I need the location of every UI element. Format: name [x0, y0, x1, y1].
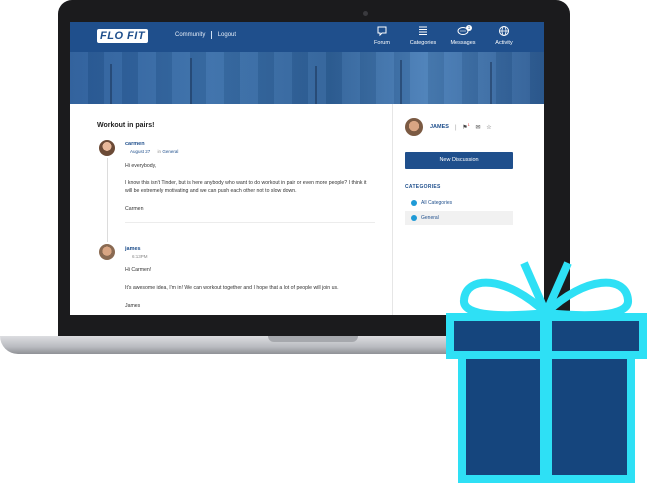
user-name[interactable]: JAMES [430, 124, 449, 130]
nav-messages[interactable]: 1 Messages [443, 25, 483, 46]
nav-forum-label: Forum [374, 40, 390, 46]
categories-heading: CATEGORIES [405, 184, 441, 190]
mail-icon[interactable]: ✉ [476, 125, 481, 131]
nav-messages-label: Messages [450, 40, 476, 46]
category-general[interactable]: General [405, 211, 513, 225]
post-line: will be extremely motivating and we can … [125, 188, 297, 194]
messages-badge: 1 [466, 25, 472, 31]
gift-box-icon [446, 261, 647, 483]
post-date[interactable]: August 27 [130, 149, 150, 154]
palm-tree-shape [400, 60, 402, 104]
post-line: I know this isn't Tinder, but is here an… [125, 180, 367, 186]
thread-title: Workout in pairs! [97, 122, 155, 129]
palm-tree-shape [315, 66, 317, 104]
globe-icon [498, 25, 510, 37]
nav-categories[interactable]: Categories [403, 25, 443, 46]
post-author[interactable]: james [125, 246, 141, 252]
top-links: Community Logout [175, 31, 236, 39]
category-dot-icon [411, 199, 417, 206]
post-time: 6:13PM [132, 254, 148, 259]
palm-tree-shape [190, 58, 192, 104]
category-label: All Categories [421, 200, 453, 206]
new-discussion-button[interactable]: New Discussion [405, 152, 513, 169]
category-label: General [421, 215, 439, 221]
category-dot-icon [411, 214, 417, 221]
post-divider [125, 222, 375, 223]
gift-ribbon-vertical [540, 317, 552, 479]
nav-activity[interactable]: Activity [484, 25, 524, 46]
thread-line [107, 158, 108, 242]
in-word: in [157, 149, 162, 154]
nav-categories-label: Categories [409, 40, 437, 46]
post-signature: Carmen [125, 206, 144, 212]
logout-link[interactable]: Logout [218, 32, 236, 38]
flofit-logo[interactable]: FLO FIT [97, 29, 149, 43]
post-category[interactable]: General [162, 149, 178, 154]
post-line: Hi everybody, [125, 163, 157, 169]
camera-dot [363, 11, 368, 16]
laptop-notch [268, 336, 358, 342]
user-avatar[interactable] [405, 118, 423, 136]
nav-activity-label: Activity [495, 40, 513, 46]
post-signature: James [125, 303, 141, 309]
community-link[interactable]: Community [175, 32, 205, 38]
user-actions: | ⚑1 ✉ ☆ [455, 122, 496, 131]
palm-tree-shape [490, 62, 492, 104]
post-meta: 6:13PM [132, 254, 148, 259]
notification-icon[interactable]: ⚑1 [462, 122, 470, 131]
star-icon[interactable]: ☆ [486, 125, 491, 131]
avatar[interactable] [99, 140, 115, 156]
separator: | [455, 125, 457, 131]
list-icon [417, 25, 429, 37]
post-meta: August 27 in General [130, 149, 178, 154]
post-author[interactable]: carmen [125, 141, 145, 147]
hero-banner [70, 52, 544, 104]
post-line: Hi Carmen! [125, 267, 152, 273]
thread-panel: Workout in pairs! carmen August 27 in Ge… [70, 104, 392, 315]
divider [211, 31, 213, 39]
category-all[interactable]: All Categories [405, 196, 513, 210]
nav-forum[interactable]: Forum [362, 25, 402, 46]
top-navigation-bar: FLO FIT Community Logout Forum Categorie… [70, 22, 544, 52]
avatar[interactable] [99, 244, 115, 260]
notif-count: 1 [467, 122, 470, 127]
post-line: It's awesome idea, I'm in! We can workou… [125, 285, 339, 291]
chat-bubble-icon [376, 25, 388, 37]
palm-tree-shape [110, 64, 112, 104]
